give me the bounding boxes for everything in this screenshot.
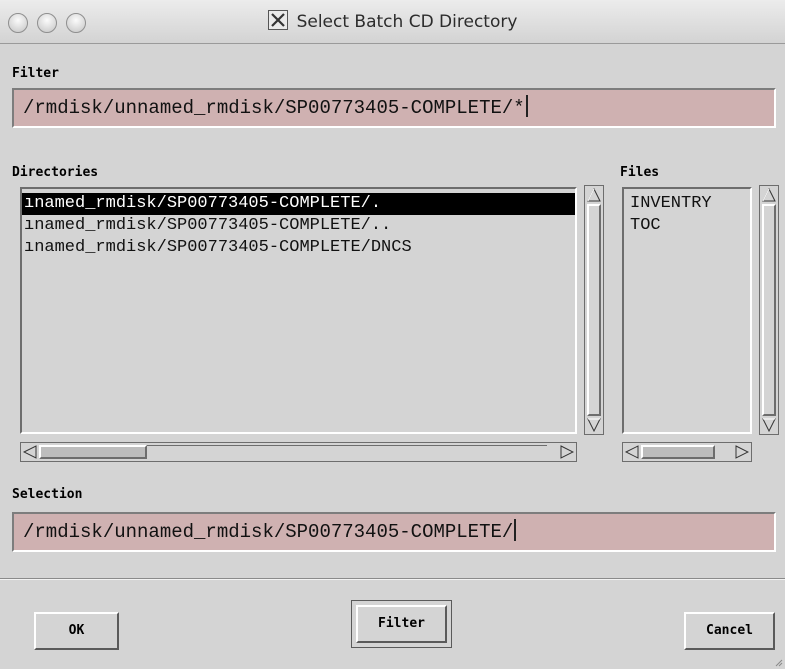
scroll-left-icon[interactable] bbox=[23, 445, 37, 459]
filter-value: /rmdisk/unnamed_rmdisk/SP00773405-COMPLE… bbox=[23, 97, 525, 119]
window-title: Select Batch CD Directory bbox=[296, 12, 518, 32]
title-bar[interactable]: Select Batch CD Directory bbox=[0, 0, 785, 44]
scroll-right-icon[interactable] bbox=[735, 445, 749, 459]
files-label: Files bbox=[620, 165, 660, 180]
files-hscroll-thumb[interactable] bbox=[641, 445, 715, 459]
title-container: Select Batch CD Directory bbox=[0, 10, 785, 32]
scroll-left-icon[interactable] bbox=[625, 445, 639, 459]
directories-label: Directories bbox=[12, 165, 99, 180]
directories-vertical-scrollbar[interactable] bbox=[584, 185, 604, 435]
selection-label: Selection bbox=[12, 487, 83, 502]
directory-item[interactable]: ınamed_rmdisk/SP00773405-COMPLETE/. bbox=[22, 193, 575, 215]
selection-input[interactable]: /rmdisk/unnamed_rmdisk/SP00773405-COMPLE… bbox=[12, 512, 776, 552]
directory-item[interactable]: ınamed_rmdisk/SP00773405-COMPLETE/.. bbox=[22, 215, 575, 237]
files-vscroll-thumb[interactable] bbox=[762, 204, 776, 416]
selection-value: /rmdisk/unnamed_rmdisk/SP00773405-COMPLE… bbox=[23, 521, 514, 543]
ok-button[interactable]: OK bbox=[34, 612, 119, 650]
files-list[interactable]: INVENTRY TOC bbox=[622, 187, 752, 434]
separator bbox=[0, 578, 785, 580]
directories-hscroll-thumb[interactable] bbox=[39, 445, 147, 459]
scroll-up-icon[interactable] bbox=[587, 188, 601, 202]
filter-label: Filter bbox=[12, 66, 59, 81]
file-item[interactable]: TOC bbox=[628, 215, 750, 237]
resize-grip-icon[interactable] bbox=[773, 657, 783, 667]
directories-vscroll-thumb[interactable] bbox=[587, 204, 601, 416]
x11-icon bbox=[267, 10, 288, 30]
file-item[interactable]: INVENTRY bbox=[628, 193, 750, 215]
cancel-button[interactable]: Cancel bbox=[684, 612, 775, 650]
scroll-down-icon[interactable] bbox=[762, 418, 776, 432]
directories-items: ınamed_rmdisk/SP00773405-COMPLETE/. ınam… bbox=[22, 189, 575, 259]
scroll-up-icon[interactable] bbox=[762, 188, 776, 202]
text-cursor bbox=[514, 519, 517, 541]
filter-input[interactable]: /rmdisk/unnamed_rmdisk/SP00773405-COMPLE… bbox=[12, 88, 776, 128]
directories-horizontal-scrollbar[interactable] bbox=[20, 442, 577, 462]
files-vertical-scrollbar[interactable] bbox=[759, 185, 779, 435]
directories-list[interactable]: ınamed_rmdisk/SP00773405-COMPLETE/. ınam… bbox=[20, 187, 577, 434]
text-cursor bbox=[525, 95, 528, 117]
files-horizontal-scrollbar[interactable] bbox=[622, 442, 752, 462]
scroll-down-icon[interactable] bbox=[587, 418, 601, 432]
directory-item[interactable]: ınamed_rmdisk/SP00773405-COMPLETE/DNCS bbox=[22, 237, 575, 259]
files-items: INVENTRY TOC bbox=[624, 189, 750, 237]
dialog-window: Select Batch CD Directory Filter /rmdisk… bbox=[0, 0, 785, 669]
filter-button[interactable]: Filter bbox=[356, 605, 447, 643]
scroll-right-icon[interactable] bbox=[560, 445, 574, 459]
directories-hscroll-track bbox=[147, 445, 547, 460]
